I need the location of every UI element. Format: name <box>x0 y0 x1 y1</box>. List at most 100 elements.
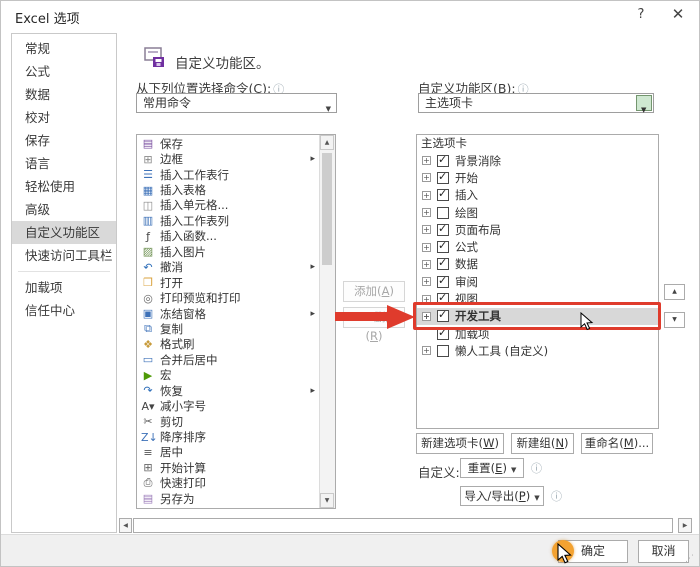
help-icon[interactable]: ? <box>631 7 651 22</box>
scrollbar-thumb[interactable] <box>322 153 332 265</box>
command-item[interactable]: ⧉复制 <box>137 321 319 336</box>
freeze-panes-icon: ▣ <box>141 307 155 320</box>
sidebar-item-add-ins[interactable]: 加载项 <box>12 276 116 299</box>
command-label: 格式刷 <box>160 336 195 352</box>
cancel-button[interactable]: 取消 <box>638 540 689 563</box>
sidebar-item-data[interactable]: 数据 <box>12 83 116 106</box>
tree-expand-icon[interactable]: + <box>422 277 431 286</box>
ribbon-scope-combo[interactable]: 主选项卡 ▼ <box>418 93 654 113</box>
checkbox-checked[interactable]: ✓ <box>437 258 449 270</box>
ribbon-tab-item[interactable]: +懒人工具 (自定义) <box>417 342 658 359</box>
close-icon[interactable]: ✕ <box>667 5 689 23</box>
redo-icon: ↷ <box>141 384 155 397</box>
sidebar-item-proofing[interactable]: 校对 <box>12 106 116 129</box>
insert-cells-icon: ◫ <box>141 199 155 212</box>
scroll-down-icon[interactable]: ▼ <box>320 493 334 508</box>
command-label: 另存为 <box>160 491 195 507</box>
vertical-scrollbar[interactable]: ▲ ▼ <box>319 135 335 508</box>
move-down-icon[interactable]: ▼ <box>664 312 685 328</box>
ribbon-tab-item[interactable]: +✓数据 <box>417 256 658 273</box>
checkbox-checked[interactable]: ✓ <box>437 241 449 253</box>
command-item[interactable]: ↷恢复▸ <box>137 383 319 398</box>
command-item[interactable]: Z↓降序排序 <box>137 429 319 444</box>
tree-expand-icon[interactable]: + <box>422 243 431 252</box>
command-item[interactable]: ✂剪切 <box>137 414 319 429</box>
tree-expand-icon[interactable]: + <box>422 225 431 234</box>
command-item[interactable]: ❏名称管理器 <box>137 507 319 510</box>
command-item[interactable]: ☰插入工作表行 <box>137 167 319 182</box>
tree-expand-icon[interactable]: + <box>422 191 431 200</box>
command-item[interactable]: ▦插入表格 <box>137 182 319 197</box>
command-label: 保存 <box>160 136 183 152</box>
horizontal-scrollbar[interactable]: ◀ ▶ <box>119 518 692 533</box>
command-item[interactable]: ▶宏 <box>137 368 319 383</box>
tree-expand-icon[interactable]: + <box>422 173 431 182</box>
command-item[interactable]: ↶撤消▸ <box>137 260 319 275</box>
command-label: 冻结窗格 <box>160 306 206 322</box>
scrollbar-track[interactable] <box>133 518 673 533</box>
new-tab-button[interactable]: 新建选项卡(W) <box>416 433 504 454</box>
sidebar-item-ease-of-access[interactable]: 轻松使用 <box>12 175 116 198</box>
command-label: 名称管理器 <box>160 506 218 509</box>
command-item[interactable]: ▤保存 <box>137 136 319 151</box>
ribbon-tab-item[interactable]: + ✓ 页面布局 <box>417 221 658 238</box>
tree-expand-icon[interactable]: + <box>422 156 431 165</box>
command-label: 复制 <box>160 321 183 337</box>
checkbox-checked[interactable]: ✓ <box>437 189 449 201</box>
reset-button[interactable]: 重置(E)▼ <box>460 458 524 478</box>
checkbox-checked[interactable]: ✓ <box>437 172 449 184</box>
checkbox-unchecked[interactable] <box>437 345 449 357</box>
command-label: 剪切 <box>160 414 183 430</box>
combo-dropdown-button[interactable]: ▼ <box>636 95 652 111</box>
ribbon-tab-item[interactable]: +✓开始 <box>417 169 658 186</box>
move-up-icon[interactable]: ▲ <box>664 284 685 300</box>
scroll-left-icon[interactable]: ◀ <box>119 518 132 533</box>
check-icon: ✓ <box>438 274 447 287</box>
checkbox-unchecked[interactable] <box>437 207 449 219</box>
scroll-right-icon[interactable]: ▶ <box>678 518 692 533</box>
rename-button[interactable]: 重命名(M)... <box>581 433 653 454</box>
command-item[interactable]: ▨插入图片 <box>137 244 319 259</box>
sidebar-item-formulas[interactable]: 公式 <box>12 60 116 83</box>
sidebar-item-quick-access-toolbar[interactable]: 快速访问工具栏 <box>12 244 116 267</box>
ribbon-tab-item[interactable]: +✓公式 <box>417 238 658 255</box>
command-item[interactable]: ◎打印预览和打印 <box>137 290 319 305</box>
command-item[interactable]: ⊞边框▸ <box>137 151 319 166</box>
sidebar-item-general[interactable]: 常规 <box>12 37 116 60</box>
command-item[interactable]: ⎙快速打印 <box>137 476 319 491</box>
command-item[interactable]: ❖格式刷 <box>137 337 319 352</box>
sidebar-item-language[interactable]: 语言 <box>12 152 116 175</box>
command-item[interactable]: ◫插入单元格... <box>137 198 319 213</box>
add-button[interactable]: 添加(A) >> <box>343 281 405 302</box>
command-item[interactable]: ▣冻结窗格▸ <box>137 306 319 321</box>
checkbox-checked[interactable]: ✓ <box>437 155 449 167</box>
command-item[interactable]: ▤另存为 <box>137 491 319 506</box>
sidebar-item-customize-ribbon[interactable]: 自定义功能区 <box>12 221 116 244</box>
command-item[interactable]: ƒ插入函数... <box>137 229 319 244</box>
insert-function-icon: ƒ <box>141 230 155 243</box>
tree-expand-icon[interactable]: + <box>422 208 431 217</box>
tree-expand-icon[interactable]: + <box>422 260 431 269</box>
sidebar-item-trust-center[interactable]: 信任中心 <box>12 299 116 322</box>
commands-source-combo[interactable]: 常用命令 ▼ <box>136 93 337 113</box>
ribbon-tab-label: 页面布局 <box>455 222 501 238</box>
new-group-button[interactable]: 新建组(N) <box>511 433 574 454</box>
scroll-up-icon[interactable]: ▲ <box>320 135 334 150</box>
checkbox-checked[interactable]: ✓ <box>437 276 449 288</box>
command-item[interactable]: ≡居中 <box>137 445 319 460</box>
command-item[interactable]: A▾减小字号 <box>137 398 319 413</box>
command-item[interactable]: ❒打开 <box>137 275 319 290</box>
ribbon-tab-item[interactable]: +✓审阅 <box>417 273 658 290</box>
command-item[interactable]: ⊞开始计算 <box>137 460 319 475</box>
sidebar-item-advanced[interactable]: 高级 <box>12 198 116 221</box>
command-item[interactable]: ▥插入工作表列 <box>137 213 319 228</box>
sidebar-item-save[interactable]: 保存 <box>12 129 116 152</box>
tree-expand-icon[interactable]: + <box>422 346 431 355</box>
sidebar-separator <box>18 271 110 272</box>
ribbon-tab-item[interactable]: +✓插入 <box>417 187 658 204</box>
command-item[interactable]: ▭合并后居中 <box>137 352 319 367</box>
ribbon-tab-item[interactable]: +✓背景消除 <box>417 152 658 169</box>
checkbox-checked[interactable]: ✓ <box>437 224 449 236</box>
ribbon-tab-item[interactable]: +绘图 <box>417 204 658 221</box>
import-export-button[interactable]: 导入/导出(P)▼ <box>460 486 544 506</box>
